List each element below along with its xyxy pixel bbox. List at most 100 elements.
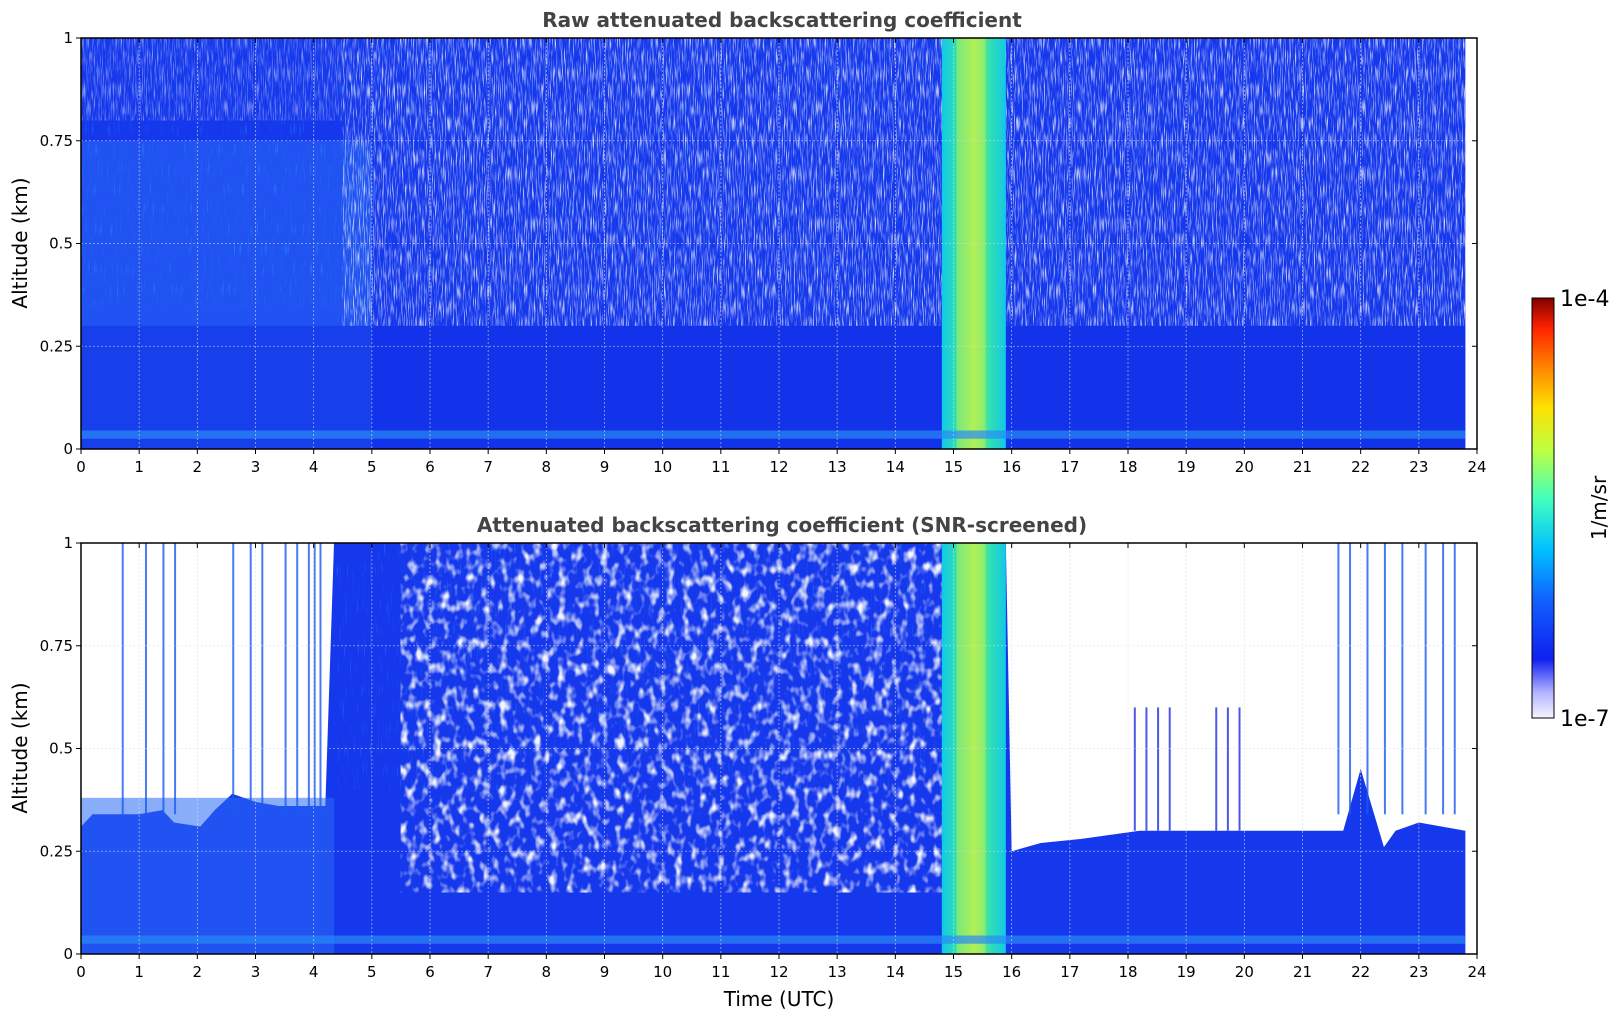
profile-streak [249, 543, 252, 815]
profile-streak [232, 543, 235, 815]
x-tick-label: 10 [653, 458, 672, 476]
x-tick-label: 17 [1060, 963, 1079, 981]
x-tick-label: 12 [769, 458, 788, 476]
profile-streak [1168, 707, 1171, 831]
x-tick-label: 5 [367, 963, 377, 981]
x-tick-label: 0 [76, 963, 86, 981]
x-tick-label: 15 [944, 963, 963, 981]
profile-streak [1401, 543, 1404, 815]
x-tick-label: 7 [483, 963, 493, 981]
x-tick-label: 16 [1002, 963, 1021, 981]
profile-streak [1424, 543, 1427, 815]
x-tick-label: 2 [193, 458, 203, 476]
x-tick-label: 9 [600, 963, 610, 981]
figure: Raw attenuated backscattering coefficien… [8, 8, 1611, 1011]
x-tick-label: 20 [1235, 458, 1254, 476]
x-tick-label: 9 [600, 458, 610, 476]
x-tick-label: 6 [425, 963, 435, 981]
x-tick-label: 14 [886, 458, 905, 476]
profile-streak [296, 543, 299, 815]
y-tick-label: 0.75 [40, 637, 73, 655]
x-tick-label: 3 [251, 963, 261, 981]
x-tick-label: 3 [251, 458, 261, 476]
x-tick-label: 0 [76, 458, 86, 476]
y-tick-label: 0 [63, 440, 73, 458]
y-tick-label: 0.5 [49, 235, 73, 253]
y-tick-label: 0.5 [49, 740, 73, 758]
profile-streak [1157, 707, 1160, 831]
x-axis-label: Time (UTC) [723, 987, 835, 1011]
x-tick-label: 6 [425, 458, 435, 476]
near-ground-band [81, 935, 1466, 944]
x-tick-label: 19 [1177, 963, 1196, 981]
profile-streak [1238, 707, 1241, 831]
x-tick-label: 13 [828, 963, 847, 981]
colorbar: 1e-4 1e-7 1/m/sr [1531, 287, 1611, 732]
x-tick-label: 20 [1235, 963, 1254, 981]
colorbar-unit-label: 1/m/sr [1587, 475, 1611, 540]
y-tick-label: 1 [63, 29, 73, 47]
aerosol-layer [81, 797, 335, 954]
x-tick-label: 23 [1409, 458, 1428, 476]
y-tick-label: 0 [63, 945, 73, 963]
x-tick-label: 19 [1177, 458, 1196, 476]
panel-raw-title: Raw attenuated backscattering coefficien… [542, 8, 1022, 32]
profile-streak [319, 543, 322, 815]
colorbar-max-label: 1e-4 [1560, 287, 1609, 312]
near-ground-band [81, 430, 1466, 439]
colorbar-gradient [1531, 297, 1555, 719]
profile-streak [121, 543, 124, 815]
profile-streak [284, 543, 287, 815]
panel-screened: Attenuated backscattering coefficient (S… [8, 513, 1487, 1011]
profile-streak [1145, 707, 1148, 831]
panel-raw-y-label: Altitude (km) [8, 177, 32, 308]
y-tick-label: 1 [63, 534, 73, 552]
x-tick-label: 7 [483, 458, 493, 476]
profile-streak [1383, 543, 1386, 815]
x-tick-label: 24 [1467, 963, 1486, 981]
x-tick-label: 16 [1002, 458, 1021, 476]
x-tick-label: 15 [944, 458, 963, 476]
x-tick-label: 13 [828, 458, 847, 476]
profile-streak [1453, 543, 1456, 815]
profile-streak [1133, 707, 1136, 831]
x-tick-label: 1 [134, 963, 144, 981]
profile-streak [1442, 543, 1445, 815]
x-tick-label: 21 [1293, 458, 1312, 476]
x-tick-label: 22 [1351, 458, 1370, 476]
profile-streak [261, 543, 264, 815]
y-tick-label: 0.25 [40, 842, 73, 860]
y-tick-label: 0.75 [40, 132, 73, 150]
profile-streak [1366, 543, 1369, 815]
cyan-speckle [336, 543, 942, 790]
profile-streak [1337, 543, 1340, 815]
y-tick-label: 0.25 [40, 337, 73, 355]
x-tick-label: 17 [1060, 458, 1079, 476]
x-tick-label: 21 [1293, 963, 1312, 981]
profile-streak [162, 543, 165, 815]
panel-screened-title: Attenuated backscattering coefficient (S… [477, 513, 1087, 537]
profile-streak [1226, 707, 1229, 831]
x-tick-label: 8 [542, 458, 552, 476]
x-tick-label: 23 [1409, 963, 1428, 981]
x-tick-label: 2 [193, 963, 203, 981]
panel-screened-y-label: Altitude (km) [8, 682, 32, 813]
x-tick-label: 1 [134, 458, 144, 476]
x-tick-label: 4 [309, 963, 319, 981]
x-tick-label: 4 [309, 458, 319, 476]
profile-streak [1215, 707, 1218, 831]
x-tick-label: 18 [1118, 458, 1137, 476]
profile-streak [1349, 543, 1352, 815]
x-tick-label: 8 [542, 963, 552, 981]
x-tick-label: 10 [653, 963, 672, 981]
x-tick-label: 5 [367, 458, 377, 476]
cyan-speckle [81, 38, 942, 306]
x-tick-label: 11 [711, 458, 730, 476]
x-tick-label: 12 [769, 963, 788, 981]
profile-streak [307, 543, 310, 815]
x-tick-label: 18 [1118, 963, 1137, 981]
panel-raw: Raw attenuated backscattering coefficien… [8, 8, 1487, 476]
x-tick-label: 22 [1351, 963, 1370, 981]
x-tick-label: 14 [886, 963, 905, 981]
x-tick-label: 24 [1467, 458, 1486, 476]
